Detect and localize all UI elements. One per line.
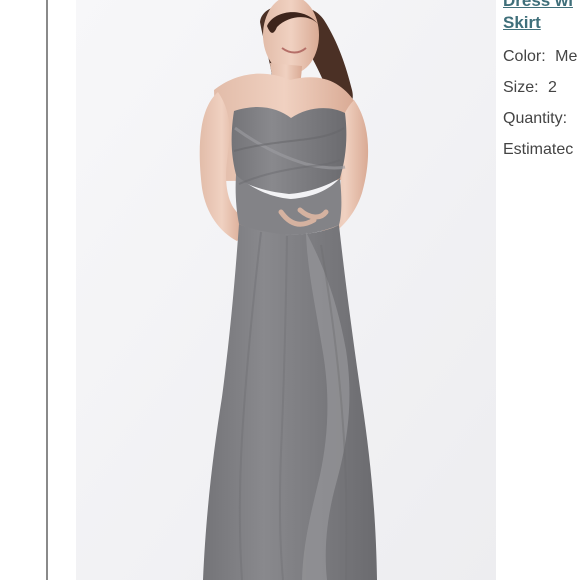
- product-details-panel: Dress wi Skirt Color: Me Size: 2 Quantit…: [503, 0, 580, 159]
- product-page: Dress wi Skirt Color: Me Size: 2 Quantit…: [0, 0, 580, 580]
- gray-strapless-dress-photo: [76, 0, 496, 580]
- product-title-line-2: Skirt: [503, 13, 541, 32]
- quantity-label: Quantity:: [503, 110, 568, 127]
- product-title-line-1: Dress wi: [503, 0, 573, 10]
- left-divider: [46, 0, 48, 580]
- size-row: Size: 2: [503, 78, 580, 97]
- color-label: Color:: [503, 48, 546, 65]
- color-value: Me: [555, 48, 578, 65]
- size-value: 2: [548, 79, 557, 96]
- estimated-row: Estimatec: [503, 140, 580, 159]
- product-image[interactable]: [76, 0, 496, 580]
- quantity-row: Quantity:: [503, 109, 580, 128]
- size-label: Size:: [503, 79, 539, 96]
- product-title-link[interactable]: Dress wi Skirt: [503, 0, 580, 34]
- color-row: Color: Me: [503, 47, 580, 66]
- estimated-label: Estimatec: [503, 141, 574, 158]
